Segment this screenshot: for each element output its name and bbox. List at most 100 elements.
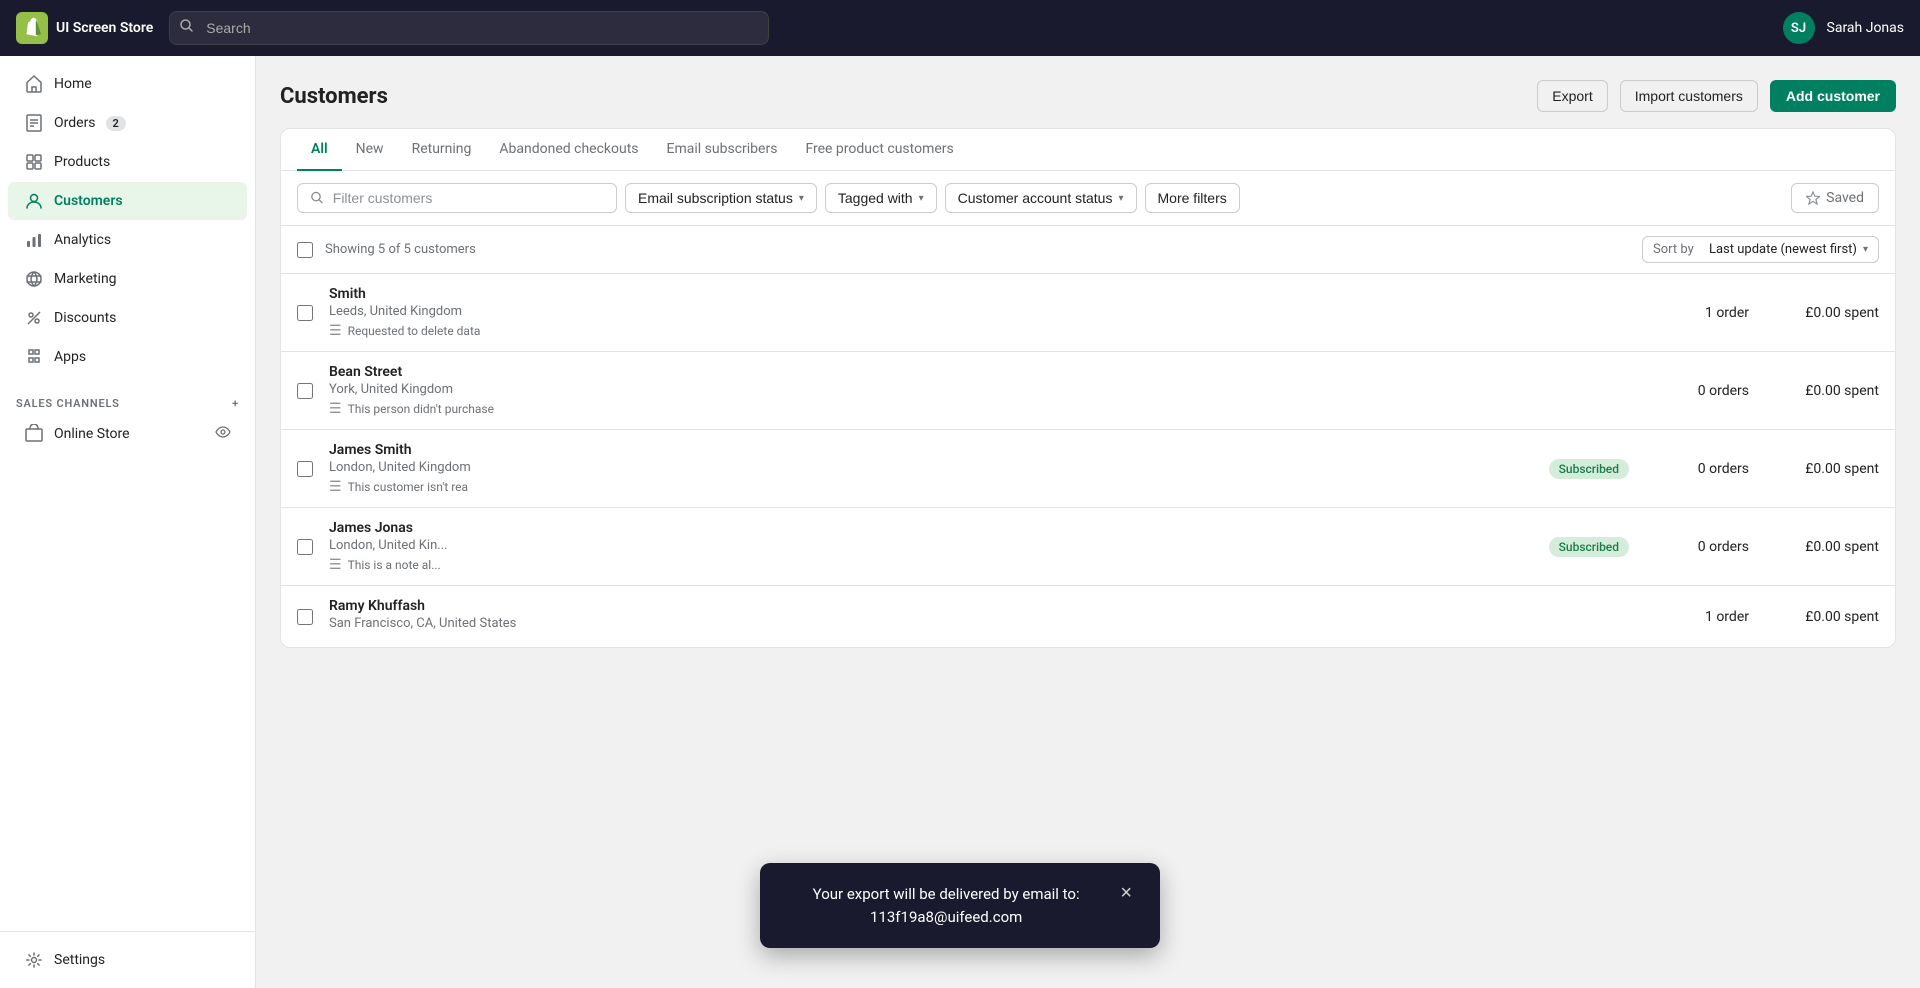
sort-value: Last update (newest first)	[1709, 242, 1857, 257]
customer-orders: 0 orders	[1629, 461, 1749, 477]
toast-close-button[interactable]: ×	[1120, 883, 1132, 903]
sidebar: Home Orders 2 Products	[0, 56, 256, 988]
row-checkbox[interactable]	[297, 383, 313, 399]
page-title: Customers	[280, 84, 388, 109]
orders-icon	[24, 113, 44, 133]
row-checkbox[interactable]	[297, 305, 313, 321]
customer-location: London, United Kin...	[329, 538, 1533, 553]
header-actions: Export Import customers Add customer	[1537, 80, 1896, 112]
more-filters-button[interactable]: More filters	[1145, 183, 1240, 213]
customer-spent: £0.00 spent	[1749, 609, 1879, 625]
sidebar-item-customers[interactable]: Customers	[8, 182, 247, 220]
sidebar-item-settings[interactable]: Settings	[8, 941, 247, 979]
tab-new[interactable]: New	[342, 129, 398, 171]
products-icon	[24, 152, 44, 172]
chevron-down-icon: ▾	[1118, 193, 1123, 204]
search-container	[169, 11, 769, 45]
sidebar-item-orders[interactable]: Orders 2	[8, 104, 247, 142]
sales-channels-label: SALES CHANNELS	[16, 397, 120, 410]
customers-table: Smith Leeds, United Kingdom ☰ Requested …	[281, 274, 1895, 647]
sidebar-label-analytics: Analytics	[54, 232, 111, 248]
tab-email-subscribers[interactable]: Email subscribers	[653, 129, 792, 171]
filter-customers-input[interactable]	[333, 190, 604, 206]
table-row[interactable]: Smith Leeds, United Kingdom ☰ Requested …	[281, 274, 1895, 352]
sidebar-label-products: Products	[54, 154, 110, 170]
tagged-with-filter[interactable]: Tagged with ▾	[825, 183, 937, 213]
avatar: SJ	[1783, 12, 1815, 44]
customer-orders: 0 orders	[1629, 539, 1749, 555]
toast-line1: Your export will be delivered by email t…	[813, 885, 1080, 903]
customer-badge: Subscribed	[1549, 461, 1629, 477]
row-checkbox[interactable]	[297, 461, 313, 477]
table-row[interactable]: Ramy Khuffash San Francisco, CA, United …	[281, 586, 1895, 647]
sidebar-label-marketing: Marketing	[54, 271, 117, 287]
content-area: Customers Export Import customers Add cu…	[256, 56, 1920, 988]
saved-button[interactable]: Saved	[1791, 183, 1879, 213]
table-row[interactable]: James Jonas London, United Kin... ☰ This…	[281, 508, 1895, 586]
customer-name: Bean Street	[329, 364, 1613, 380]
sidebar-item-discounts[interactable]: Discounts	[8, 299, 247, 337]
customer-info: Smith Leeds, United Kingdom ☰ Requested …	[329, 286, 1613, 339]
sidebar-item-apps[interactable]: Apps	[8, 338, 247, 376]
subscribed-badge: Subscribed	[1549, 537, 1629, 557]
chevron-down-icon: ▾	[919, 193, 924, 204]
row-checkbox[interactable]	[297, 609, 313, 625]
toast-overlay: Your export will be delivered by email t…	[760, 863, 1160, 948]
subscribed-badge: Subscribed	[1549, 459, 1629, 479]
customer-badge: Subscribed	[1549, 539, 1629, 555]
toast-text: Your export will be delivered by email t…	[788, 883, 1104, 928]
search-icon	[179, 18, 195, 38]
customer-name: Ramy Khuffash	[329, 598, 1613, 614]
global-search-input[interactable]	[169, 11, 769, 45]
customer-spent: £0.00 spent	[1749, 305, 1879, 321]
sidebar-item-analytics[interactable]: Analytics	[8, 221, 247, 259]
row-checkbox[interactable]	[297, 539, 313, 555]
customer-info: Bean Street York, United Kingdom ☰ This …	[329, 364, 1613, 417]
sidebar-item-online-store[interactable]: Online Store	[8, 415, 247, 453]
filter-search-icon	[310, 190, 325, 206]
tab-returning[interactable]: Returning	[398, 129, 486, 171]
customer-note: ☰ This is a note al...	[329, 557, 1533, 573]
table-row[interactable]: Bean Street York, United Kingdom ☰ This …	[281, 352, 1895, 430]
chevron-down-icon: ▾	[799, 193, 804, 204]
marketing-icon	[24, 269, 44, 289]
chevron-down-icon: ▾	[1863, 244, 1868, 255]
customer-orders: 1 order	[1629, 609, 1749, 625]
discounts-icon	[24, 308, 44, 328]
export-button[interactable]: Export	[1537, 80, 1607, 112]
add-customer-button[interactable]: Add customer	[1770, 80, 1896, 112]
tab-all[interactable]: All	[297, 129, 342, 171]
import-customers-button[interactable]: Import customers	[1620, 80, 1758, 112]
filter-search-container	[297, 183, 617, 213]
customer-spent: £0.00 spent	[1749, 539, 1879, 555]
sidebar-label-settings: Settings	[54, 952, 105, 968]
sidebar-item-products[interactable]: Products	[8, 143, 247, 181]
customers-card: All New Returning Abandoned checkouts Em…	[280, 128, 1896, 648]
account-status-filter[interactable]: Customer account status ▾	[945, 183, 1137, 213]
sidebar-item-home[interactable]: Home	[8, 65, 247, 103]
tabs: All New Returning Abandoned checkouts Em…	[281, 129, 1895, 171]
customer-orders: 1 order	[1629, 305, 1749, 321]
email-subscription-filter[interactable]: Email subscription status ▾	[625, 183, 817, 213]
home-icon	[24, 74, 44, 94]
customer-orders: 0 orders	[1629, 383, 1749, 399]
visibility-icon	[215, 424, 231, 444]
customer-location: San Francisco, CA, United States	[329, 616, 1613, 631]
add-sales-channel-icon[interactable]: +	[232, 397, 239, 410]
orders-badge: 2	[106, 116, 126, 131]
sort-select[interactable]: Sort by Last update (newest first) ▾	[1642, 236, 1879, 263]
customer-name: Smith	[329, 286, 1613, 302]
sidebar-item-marketing[interactable]: Marketing	[8, 260, 247, 298]
store-logo[interactable]: UI Screen Store	[16, 12, 153, 44]
customer-info: James Smith London, United Kingdom ☰ Thi…	[329, 442, 1533, 495]
tab-abandoned[interactable]: Abandoned checkouts	[485, 129, 652, 171]
tab-free-product[interactable]: Free product customers	[791, 129, 967, 171]
customer-name: James Smith	[329, 442, 1533, 458]
sort-label: Sort by	[1653, 242, 1694, 257]
star-icon	[1806, 191, 1820, 205]
sidebar-bottom: Settings	[0, 931, 255, 988]
table-row[interactable]: James Smith London, United Kingdom ☰ Thi…	[281, 430, 1895, 508]
table-subheader: Showing 5 of 5 customers Sort by Last up…	[281, 226, 1895, 274]
sidebar-label-home: Home	[54, 76, 92, 92]
select-all-checkbox[interactable]	[297, 242, 313, 258]
